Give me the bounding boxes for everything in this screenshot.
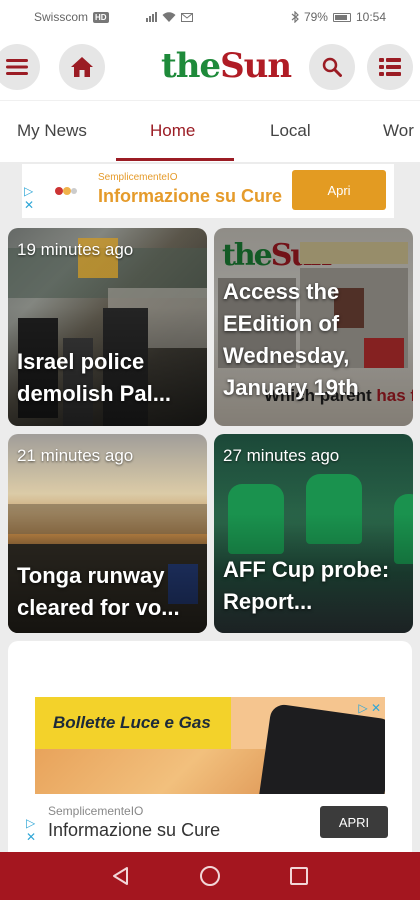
wifi-icon [162, 11, 176, 22]
battery-percent: 79% [303, 10, 328, 24]
list-icon [379, 58, 401, 76]
logo-sun: Sun [220, 46, 292, 86]
clock: 10:54 [355, 10, 386, 24]
home-nav-button[interactable] [196, 862, 224, 890]
tab-home[interactable]: Home [150, 121, 195, 141]
article-title[interactable]: AFF Cup probe: Report... [223, 554, 407, 618]
ad-source: SemplicementeIO [48, 804, 144, 818]
article-time: 19 minutes ago [17, 240, 134, 259]
article-time: 27 minutes ago [223, 446, 340, 465]
menu-icon [6, 59, 28, 75]
bottom-ad-banner[interactable]: ▷ ✕ SemplicementeIO Informazione su Cure … [24, 794, 396, 852]
top-ad-banner[interactable]: ▷ ✕ SemplicementeIO Informazione su Cure … [22, 164, 394, 218]
mail-icon [180, 12, 193, 22]
active-tab-indicator [116, 158, 234, 161]
tab-world[interactable]: Wor [383, 121, 414, 141]
status-bar: Swisscom HD 79% 10:54 [0, 0, 420, 34]
sections-button[interactable] [367, 44, 413, 90]
battery-icon [332, 12, 351, 22]
bluetooth-icon [291, 11, 299, 23]
network-badge: HD [93, 11, 109, 23]
tab-my-news[interactable]: My News [17, 121, 87, 141]
article-time: 21 minutes ago [17, 446, 134, 465]
article-card-eedition[interactable]: theSun Which parent has final say? Acces… [214, 228, 413, 426]
article-card[interactable]: 27 minutes ago AFF Cup probe: Report... [214, 434, 413, 633]
back-icon [113, 867, 128, 885]
article-card[interactable]: 21 minutes ago Tonga runway cleared for … [8, 434, 207, 633]
search-button[interactable] [309, 44, 355, 90]
app-logo[interactable]: theSun [161, 46, 292, 86]
article-title[interactable]: Israel police demolish Pal... [17, 346, 201, 410]
recents-icon [290, 867, 308, 885]
signal-icon [145, 12, 157, 22]
tab-local[interactable]: Local [270, 121, 311, 141]
adchoices-icon[interactable]: ▷ ✕ [26, 816, 36, 844]
ad-headline[interactable]: Informazione su Cure [98, 186, 282, 207]
ad-brand-dots-icon [55, 187, 77, 195]
back-button[interactable] [106, 862, 134, 890]
home-circle-icon [200, 866, 220, 886]
section-tabs: My News Home Local Wor [0, 100, 420, 162]
article-card[interactable]: 19 minutes ago Israel police demolish Pa… [8, 228, 207, 426]
carrier-label: Swisscom [34, 10, 89, 24]
app-header: theSun [0, 34, 420, 100]
ad-banner-text: Bollette Luce e Gas [53, 713, 211, 732]
ad-headline[interactable]: Informazione su Cure [48, 820, 220, 841]
ad-source: SemplicementeIO [98, 172, 178, 183]
search-icon [322, 57, 342, 77]
ad-open-button[interactable]: Apri [292, 170, 386, 210]
home-button[interactable] [59, 44, 105, 90]
article-title[interactable]: Tonga runway cleared for vo... [17, 560, 201, 624]
menu-button[interactable] [0, 44, 40, 90]
home-icon [71, 57, 93, 77]
adchoices-icon[interactable]: ▷ ✕ [24, 184, 34, 212]
system-nav-bar [0, 852, 420, 900]
ad-brand-thumbnail [42, 170, 94, 210]
status-right: 79% 10:54 [145, 10, 386, 24]
article-title[interactable]: Access the EEdition of Wednesday, Januar… [223, 276, 407, 404]
ad-open-button[interactable]: APRI [320, 806, 388, 838]
adchoices-icon[interactable]: ▷ ✕ [358, 701, 381, 715]
logo-the: the [161, 46, 221, 86]
status-left: Swisscom HD [34, 10, 109, 24]
recents-button[interactable] [285, 862, 313, 890]
